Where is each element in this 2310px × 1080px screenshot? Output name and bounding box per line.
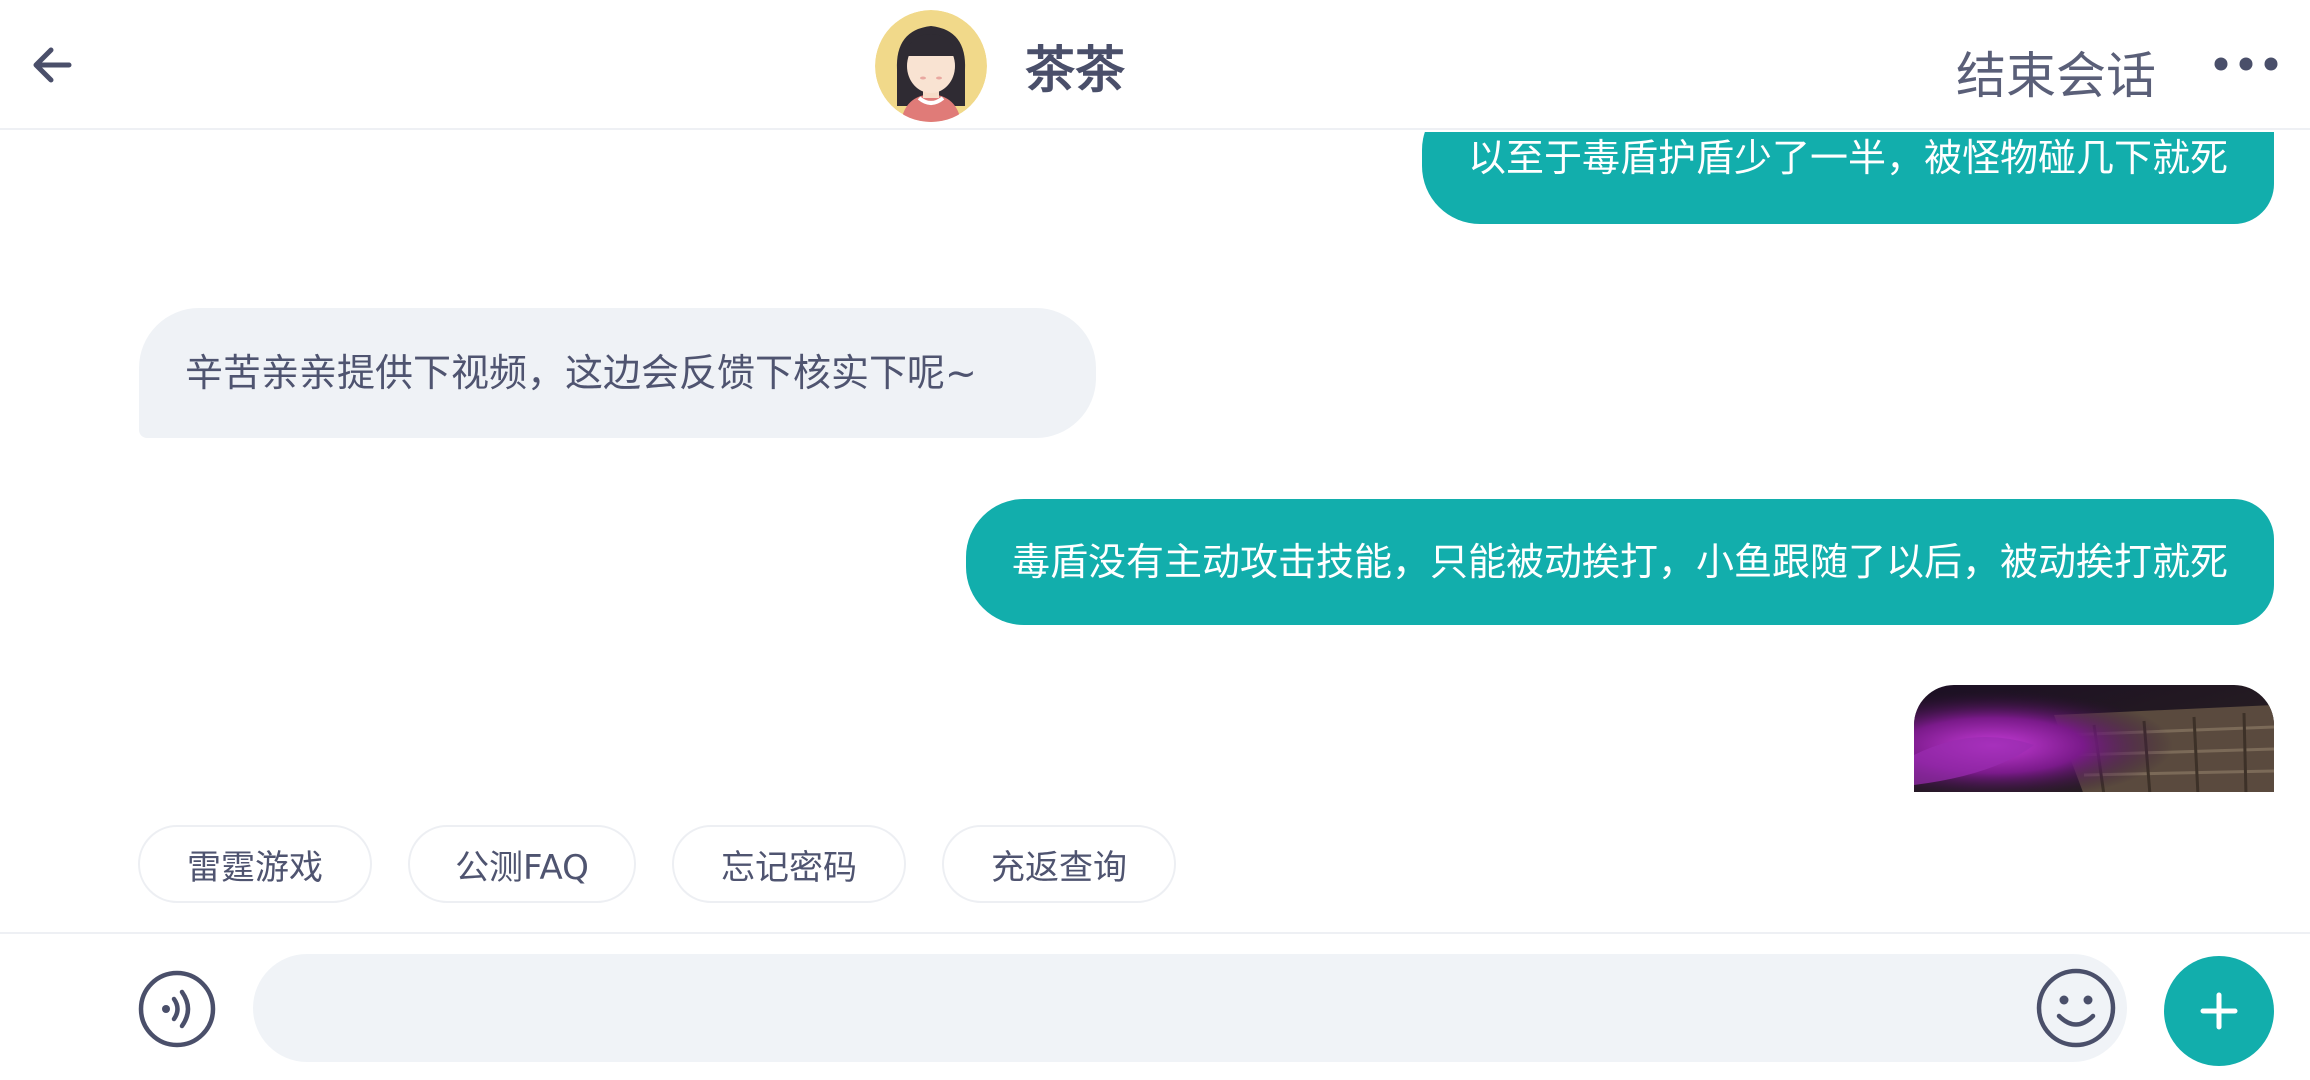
message-text: 以至于毒盾护盾少了一半，被怪物碰几下就死 (1467, 136, 2228, 180)
avatar (875, 10, 987, 122)
emoji-icon (2036, 968, 2116, 1048)
emoji-button[interactable] (2035, 967, 2117, 1049)
message-text: 毒盾没有主动攻击技能，只能被动挨打，小鱼跟随了以后，被动挨打就死 (1011, 540, 2228, 584)
voice-icon (138, 970, 216, 1048)
agent-name: 茶茶 (1025, 41, 1125, 99)
more-dots-icon (2214, 57, 2278, 71)
agent-message: 辛苦亲亲提供下视频，这边会反馈下核实下呢~ (139, 308, 1096, 438)
quick-replies: 雷霆游戏 公测FAQ 忘记密码 充返查询 (0, 820, 2310, 910)
chat-header: 茶茶 结束会话 (0, 0, 2310, 130)
message-text: 辛苦亲亲提供下视频，这边会反馈下核实下呢~ (185, 351, 977, 395)
voice-input-button[interactable] (137, 969, 217, 1049)
user-message: 以至于毒盾护盾少了一半，被怪物碰几下就死 (1421, 132, 2274, 224)
image-message[interactable] (1914, 685, 2274, 792)
agent-info: 茶茶 (875, 10, 1125, 122)
plus-icon (2200, 992, 2238, 1030)
end-session-button[interactable]: 结束会话 (1956, 36, 2156, 108)
quick-reply-chip[interactable]: 雷霆游戏 (138, 825, 372, 903)
message-list[interactable]: 以至于毒盾护盾少了一半，被怪物碰几下就死 辛苦亲亲提供下视频，这边会反馈下核实下… (0, 132, 2310, 792)
back-arrow-icon (33, 47, 72, 83)
quick-reply-chip[interactable]: 充返查询 (942, 825, 1176, 903)
add-attachment-button[interactable] (2164, 956, 2274, 1066)
more-options-button[interactable] (2210, 44, 2282, 84)
input-bar (0, 932, 2310, 1080)
quick-reply-chip[interactable]: 公测FAQ (408, 825, 636, 903)
quick-reply-chip[interactable]: 忘记密码 (672, 825, 906, 903)
message-input[interactable] (253, 954, 2127, 1062)
user-message: 毒盾没有主动攻击技能，只能被动挨打，小鱼跟随了以后，被动挨打就死 (965, 499, 2274, 625)
back-button[interactable] (22, 35, 82, 95)
